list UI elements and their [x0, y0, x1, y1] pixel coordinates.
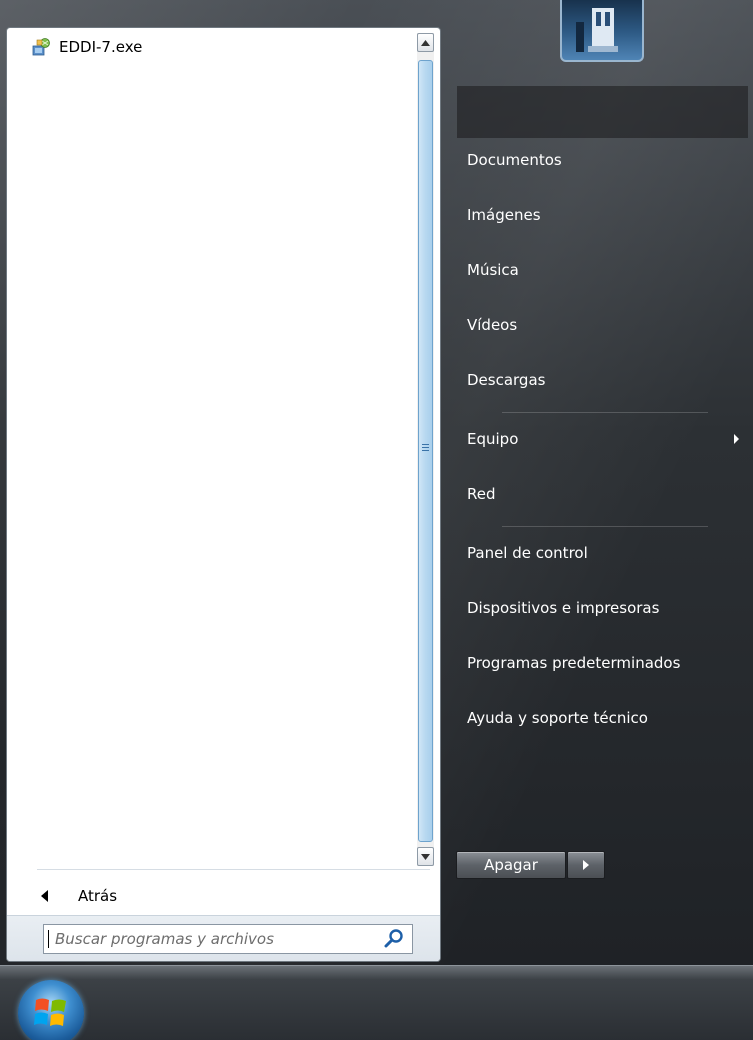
shutdown-options-button[interactable]: [567, 851, 605, 879]
back-button[interactable]: Atrás: [7, 881, 440, 911]
chevron-down-icon: [421, 853, 430, 860]
menu-item-label: Equipo: [467, 430, 519, 448]
installer-icon: [32, 38, 50, 56]
menu-item-dispositivos[interactable]: Dispositivos e impresoras: [467, 593, 747, 623]
taskbar: [0, 965, 753, 1040]
search-box[interactable]: [43, 924, 413, 954]
search-input[interactable]: [48, 930, 382, 948]
submenu-arrow-icon: [734, 434, 739, 444]
menu-item-label: Dispositivos e impresoras: [467, 599, 660, 617]
menu-item-label: Documentos: [467, 151, 562, 169]
menu-item-label: Música: [467, 261, 519, 279]
user-name-area[interactable]: [457, 86, 748, 138]
windows-logo-icon: [34, 998, 66, 1026]
menu-item-panel-de-control[interactable]: Panel de control: [467, 538, 747, 568]
start-button[interactable]: [18, 980, 84, 1040]
menu-item-label: Descargas: [467, 371, 546, 389]
grip-icon: [422, 444, 429, 453]
menu-item-descargas[interactable]: Descargas: [467, 365, 747, 395]
chevron-up-icon: [421, 39, 430, 46]
menu-item-documentos[interactable]: Documentos: [467, 145, 747, 175]
menu-item-label: Red: [467, 485, 496, 503]
divider: [502, 526, 708, 527]
menu-item-red[interactable]: Red: [467, 479, 747, 509]
program-list-scrollbar[interactable]: [417, 33, 434, 866]
user-picture-icon: [576, 8, 618, 52]
menu-item-label: Vídeos: [467, 316, 518, 334]
menu-item-equipo[interactable]: Equipo: [467, 424, 747, 454]
menu-item-musica[interactable]: Música: [467, 255, 747, 285]
user-picture[interactable]: [560, 0, 644, 62]
menu-item-label: Ayuda y soporte técnico: [467, 709, 648, 727]
program-item-eddi[interactable]: EDDI-7.exe: [31, 34, 411, 60]
menu-item-imagenes[interactable]: Imágenes: [467, 200, 747, 230]
start-menu: EDDI-7.exe Atrás Buscar programas y arch…: [0, 0, 753, 965]
scroll-thumb[interactable]: [418, 60, 433, 842]
shutdown-button[interactable]: Apagar: [456, 851, 566, 879]
shutdown-label: Apagar: [484, 856, 538, 874]
chevron-right-icon: [583, 860, 589, 870]
program-item-label: EDDI-7.exe: [59, 38, 143, 56]
back-arrow-icon: [41, 890, 48, 902]
scroll-up-button[interactable]: [417, 33, 434, 52]
menu-item-label: Panel de control: [467, 544, 588, 562]
menu-item-label: Imágenes: [467, 206, 541, 224]
search-icon[interactable]: [382, 927, 406, 951]
menu-item-ayuda[interactable]: Ayuda y soporte técnico: [467, 703, 747, 733]
program-list: EDDI-7.exe: [7, 28, 415, 866]
divider: [37, 869, 430, 870]
menu-item-programas-predeterminados[interactable]: Programas predeterminados: [467, 648, 747, 678]
scroll-down-button[interactable]: [417, 847, 434, 866]
programs-pane: EDDI-7.exe Atrás: [6, 27, 441, 962]
menu-item-label: Programas predeterminados: [467, 654, 681, 672]
search-area: [7, 915, 440, 961]
back-label: Atrás: [78, 887, 118, 905]
menu-item-videos[interactable]: Vídeos: [467, 310, 747, 340]
divider: [502, 412, 708, 413]
